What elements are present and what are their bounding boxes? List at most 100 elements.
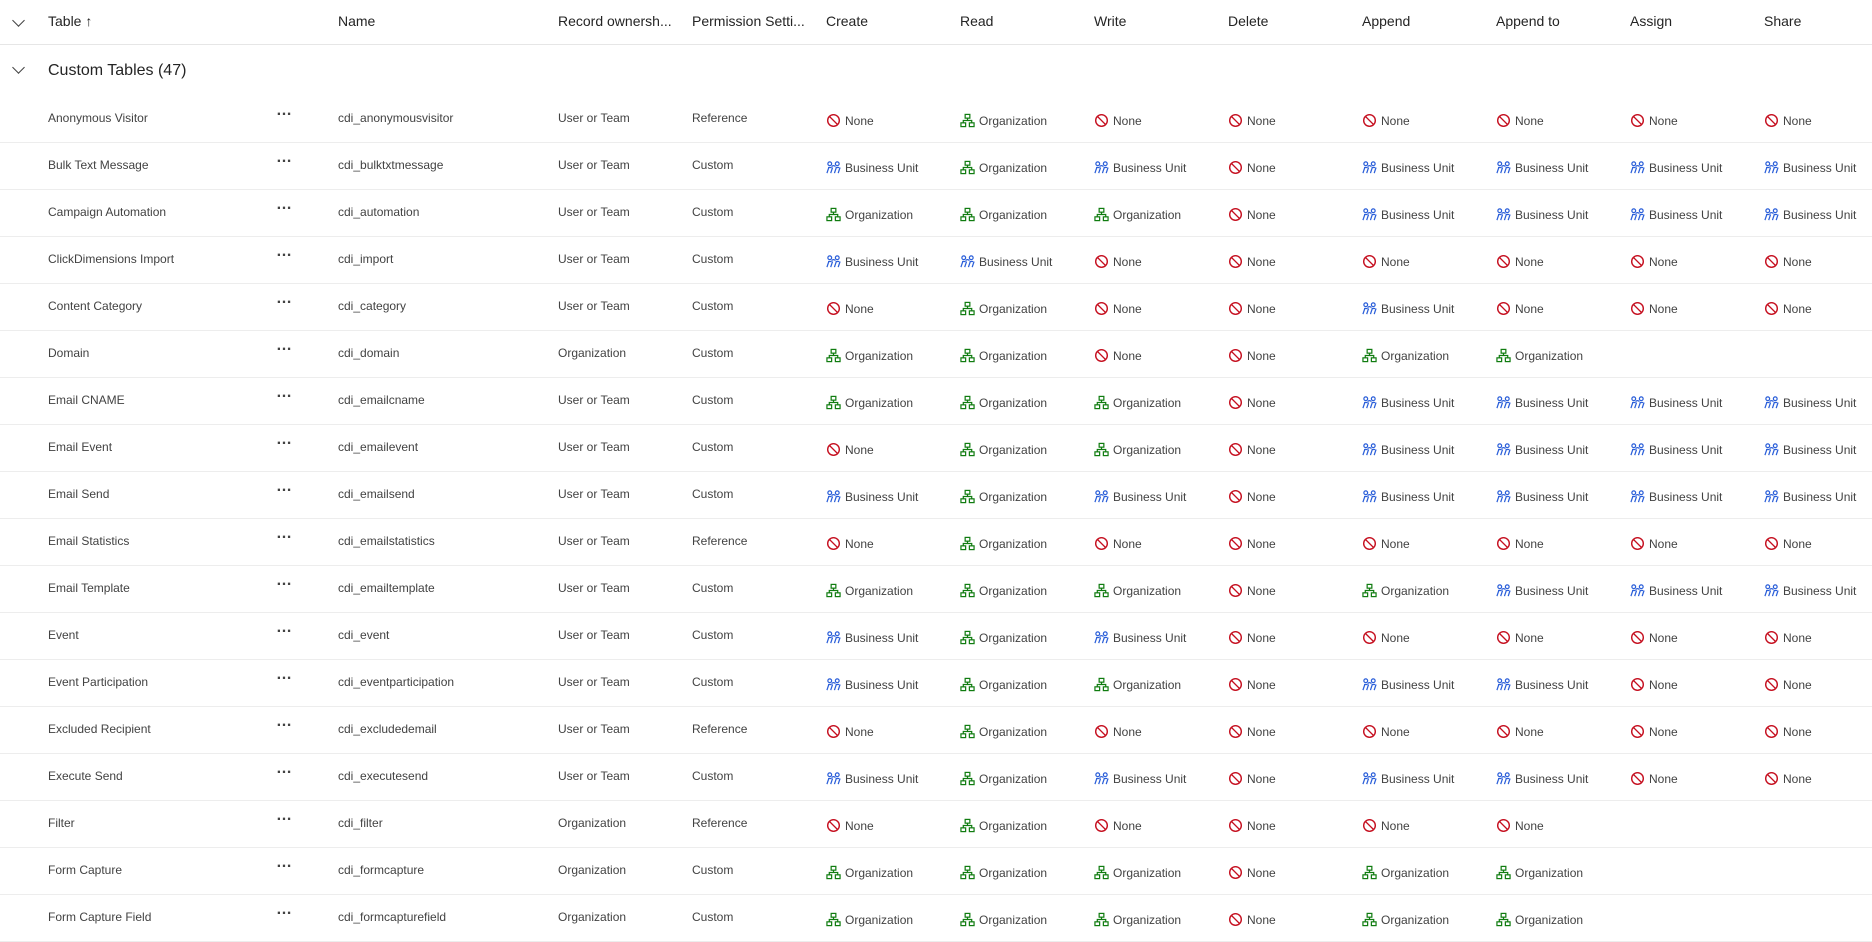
create-access-level[interactable]: None (826, 442, 874, 457)
more-options-icon[interactable]: … (276, 854, 293, 872)
delete-access-level[interactable]: None (1228, 583, 1276, 598)
create-access-level[interactable]: Organization (826, 865, 913, 880)
write-access-level[interactable]: Business Unit (1094, 771, 1186, 786)
delete-access-level[interactable]: None (1228, 912, 1276, 927)
create-access-level[interactable]: Business Unit (826, 160, 918, 175)
table-row[interactable]: Event Participation … cdi_eventparticipati… (0, 660, 1872, 707)
column-header-append[interactable]: Append (1362, 13, 1410, 29)
share-access-level[interactable]: None (1764, 630, 1812, 645)
read-access-level[interactable]: Organization (960, 207, 1047, 222)
column-header-delete[interactable]: Delete (1228, 13, 1268, 29)
assign-access-level[interactable]: Business Unit (1630, 207, 1722, 222)
read-access-level[interactable]: Organization (960, 348, 1047, 363)
delete-access-level[interactable]: None (1228, 160, 1276, 175)
column-header-permission-settings[interactable]: Permission Setti... (692, 13, 805, 29)
append-to-access-level[interactable]: Business Unit (1496, 395, 1588, 410)
table-row[interactable]: Email Event … cdi_emailevent User or Team Cu… (0, 425, 1872, 472)
append-to-access-level[interactable]: Business Unit (1496, 771, 1588, 786)
assign-access-level[interactable]: Business Unit (1630, 442, 1722, 457)
share-access-level[interactable]: Business Unit (1764, 489, 1856, 504)
delete-access-level[interactable]: None (1228, 395, 1276, 410)
create-access-level[interactable]: None (826, 724, 874, 739)
more-options-icon[interactable]: … (276, 760, 293, 778)
delete-access-level[interactable]: None (1228, 254, 1276, 269)
create-access-level[interactable]: Organization (826, 912, 913, 927)
append-access-level[interactable]: Business Unit (1362, 771, 1454, 786)
delete-access-level[interactable]: None (1228, 348, 1276, 363)
delete-access-level[interactable]: None (1228, 818, 1276, 833)
table-row[interactable]: Email CNAME … cdi_emailcname User or Team Cu… (0, 378, 1872, 425)
write-access-level[interactable]: None (1094, 536, 1142, 551)
column-header-create[interactable]: Create (826, 13, 868, 29)
read-access-level[interactable]: Business Unit (960, 254, 1052, 269)
column-header-assign[interactable]: Assign (1630, 13, 1672, 29)
append-to-access-level[interactable]: Business Unit (1496, 677, 1588, 692)
delete-access-level[interactable]: None (1228, 442, 1276, 457)
share-access-level[interactable]: None (1764, 113, 1812, 128)
assign-access-level[interactable]: None (1630, 771, 1678, 786)
read-access-level[interactable]: Organization (960, 912, 1047, 927)
write-access-level[interactable]: Organization (1094, 442, 1181, 457)
append-to-access-level[interactable]: Business Unit (1496, 489, 1588, 504)
more-options-icon[interactable]: … (276, 384, 293, 402)
write-access-level[interactable]: Business Unit (1094, 630, 1186, 645)
share-access-level[interactable]: None (1764, 771, 1812, 786)
table-row[interactable]: Email Template … cdi_emailtemplate User or … (0, 566, 1872, 613)
create-access-level[interactable]: Business Unit (826, 489, 918, 504)
write-access-level[interactable]: None (1094, 113, 1142, 128)
write-access-level[interactable]: None (1094, 724, 1142, 739)
write-access-level[interactable]: Organization (1094, 912, 1181, 927)
read-access-level[interactable]: Organization (960, 818, 1047, 833)
assign-access-level[interactable]: None (1630, 301, 1678, 316)
more-options-icon[interactable]: … (276, 478, 293, 496)
write-access-level[interactable]: None (1094, 254, 1142, 269)
more-options-icon[interactable]: … (276, 619, 293, 637)
read-access-level[interactable]: Organization (960, 677, 1047, 692)
append-access-level[interactable]: None (1362, 818, 1410, 833)
append-access-level[interactable]: None (1362, 724, 1410, 739)
write-access-level[interactable]: Business Unit (1094, 489, 1186, 504)
assign-access-level[interactable]: None (1630, 724, 1678, 739)
append-to-access-level[interactable]: None (1496, 818, 1544, 833)
append-access-level[interactable]: None (1362, 536, 1410, 551)
read-access-level[interactable]: Organization (960, 536, 1047, 551)
table-row[interactable]: Email Statistics … cdi_emailstatistics User… (0, 519, 1872, 566)
delete-access-level[interactable]: None (1228, 536, 1276, 551)
table-row[interactable]: Form Capture Field … cdi_formcapturefield O… (0, 895, 1872, 942)
assign-access-level[interactable]: Business Unit (1630, 489, 1722, 504)
append-to-access-level[interactable]: Organization (1496, 348, 1583, 363)
share-access-level[interactable]: None (1764, 301, 1812, 316)
more-options-icon[interactable]: … (276, 713, 293, 731)
table-row[interactable]: Event … cdi_event User or Team Custom Busines… (0, 613, 1872, 660)
append-access-level[interactable]: None (1362, 630, 1410, 645)
create-access-level[interactable]: None (826, 301, 874, 316)
table-row[interactable]: Anonymous Visitor … cdi_anonymousvisitor Us… (0, 96, 1872, 143)
share-access-level[interactable]: None (1764, 536, 1812, 551)
write-access-level[interactable]: Organization (1094, 395, 1181, 410)
column-header-table[interactable]: Table ↑ (48, 13, 92, 29)
write-access-level[interactable]: None (1094, 818, 1142, 833)
share-access-level[interactable]: None (1764, 724, 1812, 739)
read-access-level[interactable]: Organization (960, 442, 1047, 457)
more-options-icon[interactable]: … (276, 337, 293, 355)
read-access-level[interactable]: Organization (960, 771, 1047, 786)
create-access-level[interactable]: Organization (826, 583, 913, 598)
column-header-read[interactable]: Read (960, 13, 993, 29)
more-options-icon[interactable]: … (276, 196, 293, 214)
create-access-level[interactable]: Business Unit (826, 677, 918, 692)
assign-access-level[interactable]: None (1630, 677, 1678, 692)
assign-access-level[interactable]: None (1630, 536, 1678, 551)
table-row[interactable]: Campaign Automation … cdi_automation User o… (0, 190, 1872, 237)
assign-access-level[interactable]: None (1630, 254, 1678, 269)
assign-access-level[interactable]: Business Unit (1630, 160, 1722, 175)
append-access-level[interactable]: None (1362, 254, 1410, 269)
table-row[interactable]: Form Capture … cdi_formcapture Organization… (0, 848, 1872, 895)
share-access-level[interactable]: Business Unit (1764, 583, 1856, 598)
more-options-icon[interactable]: … (276, 525, 293, 543)
append-access-level[interactable]: Organization (1362, 348, 1449, 363)
delete-access-level[interactable]: None (1228, 113, 1276, 128)
read-access-level[interactable]: Organization (960, 630, 1047, 645)
assign-access-level[interactable]: None (1630, 630, 1678, 645)
more-options-icon[interactable]: … (276, 572, 293, 590)
create-access-level[interactable]: None (826, 113, 874, 128)
